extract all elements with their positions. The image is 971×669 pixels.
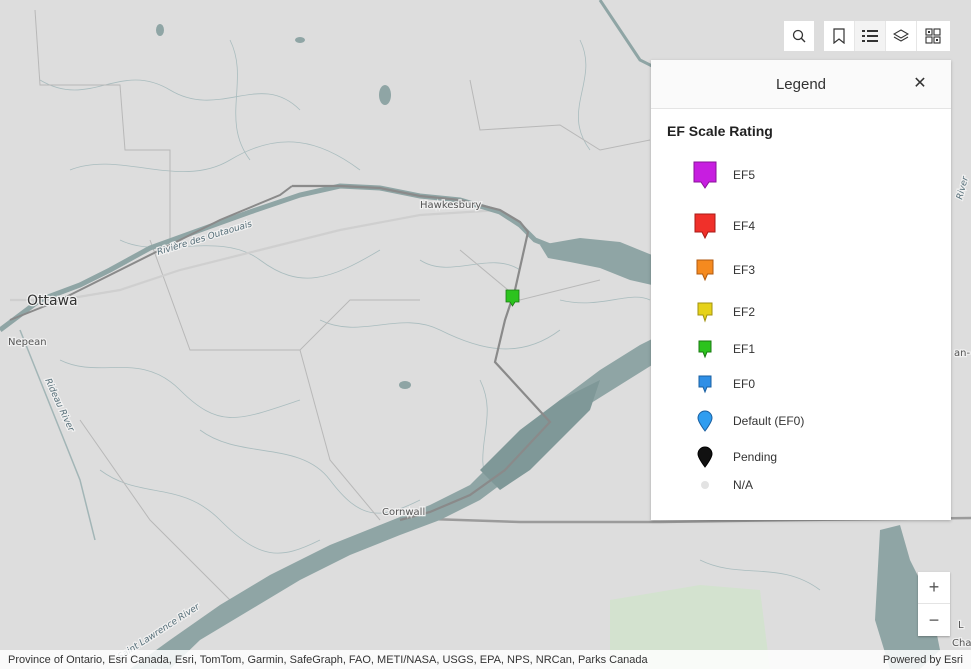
- legend-item-na: N/A: [681, 478, 753, 492]
- legend-item-ef0: EF0: [681, 374, 755, 394]
- legend-label-ef0: EF0: [733, 377, 756, 391]
- bookmark-icon: [833, 28, 845, 44]
- legend-item-ef1: EF1: [681, 339, 755, 359]
- bookmarks-button[interactable]: [824, 21, 855, 51]
- legend-item-ef4: EF4: [681, 212, 755, 240]
- search-button[interactable]: [784, 21, 814, 51]
- label-edge-l: L: [958, 620, 964, 631]
- label-edge-char: Char: [952, 638, 971, 649]
- legend-layer-title: EF Scale Rating: [667, 123, 773, 139]
- na-dot-icon: [681, 479, 729, 491]
- label-hawkesbury: Hawkesbury: [420, 200, 481, 211]
- legend-panel: Legend ✕ EF Scale Rating EF5 EF4 EF3 EF2…: [651, 60, 951, 520]
- widget-toolbar: [823, 20, 951, 52]
- legend-close-button[interactable]: ✕: [911, 74, 929, 92]
- label-ottawa: Ottawa: [27, 293, 78, 309]
- legend-item-ef5: EF5: [681, 160, 755, 190]
- zoom-control: + −: [918, 572, 950, 636]
- ef1-marker-icon: [681, 339, 729, 359]
- close-icon: ✕: [913, 75, 927, 92]
- legend-label-ef3: EF3: [733, 263, 756, 277]
- label-nepean: Nepean: [8, 337, 47, 348]
- legend-header: Legend ✕: [651, 60, 951, 109]
- legend-button[interactable]: [855, 21, 886, 51]
- zoom-out-button[interactable]: −: [918, 604, 950, 636]
- legend-title: Legend: [775, 75, 827, 93]
- layers-button[interactable]: [886, 21, 917, 51]
- legend-label-na: N/A: [733, 478, 754, 492]
- legend-label-pending: Pending: [733, 450, 778, 464]
- layers-icon: [893, 29, 909, 42]
- legend-label-ef1: EF1: [733, 342, 756, 356]
- powered-by-esri[interactable]: Powered by Esri: [883, 654, 963, 666]
- legend-label-ef4: EF4: [733, 219, 756, 233]
- legend-item-default: Default (EF0): [681, 410, 804, 432]
- search-toolbar: [783, 20, 815, 52]
- search-icon: [792, 29, 806, 43]
- basemap-gallery-button[interactable]: [917, 21, 948, 51]
- attribution-text[interactable]: Province of Ontario, Esri Canada, Esri, …: [8, 654, 648, 666]
- zoom-in-button[interactable]: +: [918, 572, 950, 604]
- ef5-marker-icon: [681, 160, 729, 190]
- legend-item-pending: Pending: [681, 446, 777, 468]
- legend-list-icon: [862, 30, 878, 42]
- legend-label-default: Default (EF0): [733, 414, 805, 428]
- default-pin-icon: [681, 410, 729, 432]
- legend-label-ef5: EF5: [733, 168, 756, 182]
- legend-label-ef2: EF2: [733, 305, 756, 319]
- legend-item-ef3: EF3: [681, 258, 755, 282]
- ef4-marker-icon: [681, 212, 729, 240]
- ef0-marker-icon: [681, 374, 729, 394]
- pending-pin-icon: [681, 446, 729, 468]
- label-cornwall: Cornwall: [382, 507, 425, 518]
- basemap-gallery-icon: [924, 28, 941, 44]
- legend-item-ef2: EF2: [681, 301, 755, 323]
- ef2-marker-icon: [681, 301, 729, 323]
- label-edge-an: an-: [954, 348, 970, 359]
- ef3-marker-icon: [681, 258, 729, 282]
- attribution-bar: Province of Ontario, Esri Canada, Esri, …: [0, 650, 971, 669]
